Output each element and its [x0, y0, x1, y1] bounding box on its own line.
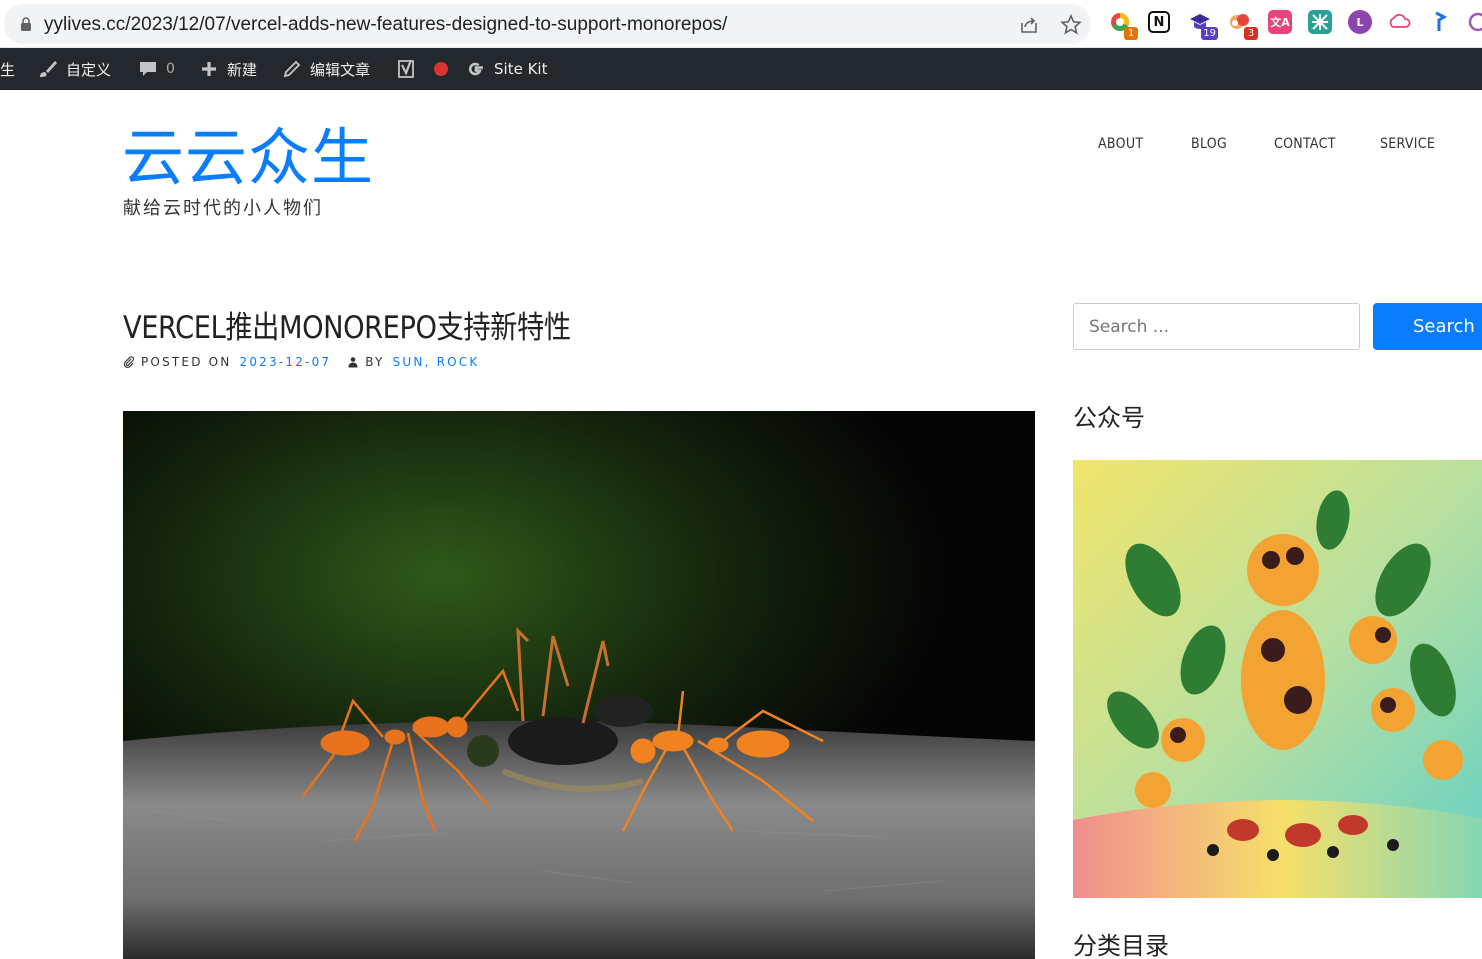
lock-icon[interactable]: [20, 17, 32, 31]
site-name-fragment: 生: [0, 60, 16, 79]
wechat-promo-image: [1073, 460, 1482, 898]
by-label: BY: [365, 355, 385, 369]
purple-circle-extension-icon[interactable]: L: [1348, 10, 1372, 34]
site-description: 献给云时代的小人物们: [123, 198, 323, 219]
admin-bar-site-kit[interactable]: Site Kit: [466, 48, 547, 90]
url-text[interactable]: yylives.cc/2023/12/07/vercel-adds-new-fe…: [44, 14, 727, 36]
paperclip-icon: [123, 356, 135, 368]
google-g-icon: [468, 62, 483, 76]
extension-badge: 19: [1201, 27, 1218, 40]
posted-on-label: POSTED ON: [141, 355, 232, 369]
browser-toolbar: yylives.cc/2023/12/07/vercel-adds-new-fe…: [0, 0, 1482, 48]
admin-bar-new[interactable]: 新建: [199, 48, 257, 90]
plus-icon: [202, 62, 216, 76]
user-icon: [348, 357, 358, 368]
orange-bubbles-extension-icon[interactable]: 3: [1228, 10, 1258, 40]
admin-bar-edit-post[interactable]: 编辑文章: [282, 48, 370, 90]
widget-title-categories: 分类目录: [1073, 932, 1169, 959]
edit-post-label: 编辑文章: [310, 60, 371, 79]
post-title: VERCEL推出MONOREPO支持新特性: [123, 310, 571, 346]
yoast-seo-icon: [398, 59, 414, 78]
admin-bar-comments[interactable]: 0: [138, 48, 175, 90]
nav-item-service[interactable]: SERVICE: [1380, 136, 1435, 152]
post-meta: POSTED ON 2023-12-07 BY SUN, ROCK: [123, 355, 479, 369]
paintbrush-icon: [40, 61, 57, 77]
notion-extension-icon[interactable]: N: [1148, 11, 1170, 33]
admin-bar-customize[interactable]: 自定义: [38, 48, 111, 90]
post-date-link[interactable]: 2023-12-07: [240, 355, 332, 369]
comment-count: 0: [166, 61, 175, 77]
new-label: 新建: [227, 60, 258, 79]
address-bar[interactable]: yylives.cc/2023/12/07/vercel-adds-new-fe…: [4, 4, 1091, 44]
openai-extension-icon[interactable]: [1466, 10, 1482, 34]
admin-bar-site-name[interactable]: 生: [0, 48, 15, 90]
share-icon[interactable]: [1018, 14, 1040, 36]
extension-badge: 1: [1124, 27, 1138, 40]
extension-badge: 3: [1244, 27, 1258, 40]
colorful-circle-extension-icon[interactable]: 1: [1108, 10, 1138, 40]
pencil-icon: [283, 60, 301, 78]
wp-admin-bar: 生 自定义 0 新建 编辑文章 Site Kit: [0, 48, 1482, 90]
nav-item-blog[interactable]: BLOG: [1191, 136, 1227, 152]
graduation-cap-extension-icon[interactable]: 19: [1188, 10, 1218, 40]
translate-extension-icon[interactable]: 文A: [1268, 10, 1292, 34]
admin-bar-yoast[interactable]: [396, 48, 448, 90]
comment-icon: [140, 62, 156, 76]
blue-flag-extension-icon[interactable]: [1428, 10, 1452, 34]
search-input[interactable]: Search ...: [1073, 303, 1360, 350]
search-button[interactable]: Search: [1373, 303, 1482, 350]
site-kit-label: Site Kit: [494, 60, 548, 78]
yoast-status-dot: [434, 62, 448, 76]
nav-item-about[interactable]: ABOUT: [1098, 136, 1143, 152]
nav-item-contact[interactable]: CONTACT: [1274, 136, 1336, 152]
customize-label: 自定义: [66, 60, 112, 79]
post-authors-link[interactable]: SUN, ROCK: [393, 355, 480, 369]
widget-title-wechat: 公众号: [1073, 404, 1145, 432]
featured-image-ants: [123, 411, 1035, 959]
teal-grid-extension-icon[interactable]: [1308, 10, 1332, 34]
bookmark-star-icon[interactable]: [1060, 14, 1082, 36]
cloud-extension-icon[interactable]: [1388, 10, 1412, 34]
site-title[interactable]: 云云众生: [122, 122, 374, 194]
